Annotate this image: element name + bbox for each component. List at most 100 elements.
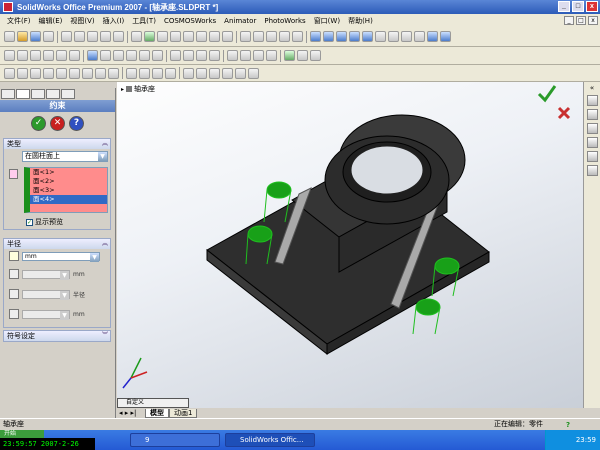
confirm-cancel-icon[interactable] — [557, 106, 571, 120]
list-item[interactable]: 面<3> — [30, 186, 107, 195]
circular-pattern-icon[interactable] — [152, 50, 163, 61]
wireframe-icon[interactable] — [388, 31, 399, 42]
hidden-lines-icon[interactable] — [401, 31, 412, 42]
helix-icon[interactable] — [196, 67, 207, 79]
doc-minimize-button[interactable]: _ — [564, 16, 574, 25]
deform-icon[interactable] — [235, 67, 246, 79]
menu-tools[interactable]: 工具(T) — [128, 16, 160, 26]
sheetmetal-icon[interactable] — [253, 50, 264, 61]
cut-icon[interactable] — [61, 31, 72, 42]
boss-icon[interactable] — [17, 67, 28, 79]
type-group-header[interactable]: 类型 ︽ — [4, 139, 110, 149]
dropdown-arrow-icon[interactable]: ▼ — [90, 252, 99, 262]
coordinate-system-icon[interactable] — [196, 50, 207, 61]
composite-curve-icon[interactable] — [222, 67, 233, 79]
doc-restore-button[interactable]: □ — [576, 16, 586, 25]
mold-icon[interactable] — [266, 50, 277, 61]
expand-left-arrow-icon[interactable]: « — [587, 84, 598, 92]
search-tab-icon[interactable] — [586, 137, 598, 148]
circle-icon[interactable] — [209, 31, 220, 42]
menu-photoworks[interactable]: PhotoWorks — [260, 17, 309, 25]
chamfer-icon[interactable] — [279, 31, 290, 42]
menu-insert[interactable]: 插入(I) — [99, 16, 129, 26]
zoom-icon[interactable] — [4, 67, 15, 79]
hole-icon[interactable] — [292, 31, 303, 42]
curve-icon[interactable] — [183, 67, 194, 79]
fillet-icon[interactable] — [266, 31, 277, 42]
symbol-group-header[interactable]: 符号设定 ︾ — [4, 331, 110, 341]
thicken-icon[interactable] — [152, 67, 163, 79]
line-icon[interactable] — [196, 31, 207, 42]
appearance-tab[interactable] — [61, 89, 75, 99]
paste-icon[interactable] — [87, 31, 98, 42]
cut-extrude-icon[interactable] — [30, 67, 41, 79]
menu-animator[interactable]: Animator — [220, 17, 260, 25]
appearances-tab-icon[interactable] — [586, 165, 598, 176]
menu-view[interactable]: 视图(V) — [66, 16, 98, 26]
close-button[interactable]: x — [586, 1, 598, 12]
doc-close-button[interactable]: x — [588, 16, 598, 25]
ellipse-icon[interactable] — [56, 50, 67, 61]
help-icon[interactable]: ? — [566, 420, 576, 429]
print-icon[interactable] — [43, 31, 54, 42]
ok-button[interactable]: ✓ — [31, 115, 46, 131]
feature-tree-tab[interactable] — [1, 89, 15, 99]
constraint-type-select[interactable]: 在圆柱面上 ▼ — [22, 151, 108, 162]
trim-icon[interactable] — [100, 50, 111, 61]
measure-icon[interactable] — [297, 50, 308, 61]
menu-window[interactable]: 窗口(W) — [310, 16, 344, 26]
offset-icon[interactable] — [126, 50, 137, 61]
zoom-in-out-icon[interactable] — [336, 31, 347, 42]
new-icon[interactable] — [4, 31, 15, 42]
checkbox-checked-icon[interactable]: ✓ — [26, 218, 33, 226]
param-input-3[interactable]: ▼ — [22, 309, 70, 320]
select-icon[interactable] — [131, 31, 142, 42]
rebuild-icon[interactable] — [144, 31, 155, 42]
resources-tab-icon[interactable] — [586, 95, 598, 106]
configuration-tab[interactable] — [31, 89, 45, 99]
extrude-icon[interactable] — [240, 31, 251, 42]
centerline-icon[interactable] — [17, 50, 28, 61]
rectangle-icon[interactable] — [30, 50, 41, 61]
display-tab[interactable] — [46, 89, 60, 99]
list-item[interactable]: 面<4> — [30, 195, 107, 204]
hole-face-4[interactable] — [415, 298, 441, 316]
zoom-fit-icon[interactable] — [310, 31, 321, 42]
mirror-icon[interactable] — [87, 50, 98, 61]
bearing-block-model[interactable] — [117, 82, 583, 408]
collapse-chevron-icon[interactable]: ︽ — [102, 139, 108, 149]
design-library-tab-icon[interactable] — [586, 109, 598, 120]
expand-chevron-icon[interactable]: ︾ — [102, 331, 108, 341]
rotate-view-icon[interactable] — [349, 31, 360, 42]
menu-help[interactable]: 帮助(H) — [344, 16, 377, 26]
reference-point-icon[interactable] — [209, 50, 220, 61]
tab-model[interactable]: 模型 — [145, 408, 169, 418]
axis-icon[interactable] — [183, 50, 194, 61]
custom-view-box[interactable]: 自定义 — [117, 398, 189, 408]
collapse-chevron-icon[interactable]: ︽ — [102, 239, 108, 249]
rib-icon[interactable] — [82, 67, 93, 79]
list-item[interactable]: 面<2> — [30, 177, 107, 186]
property-manager-tab[interactable] — [16, 89, 30, 99]
dropdown-arrow-icon[interactable]: ▼ — [98, 152, 107, 161]
sweep-icon[interactable] — [43, 67, 54, 79]
view-palette-tab-icon[interactable] — [586, 151, 598, 162]
list-item[interactable]: 面<1> — [30, 168, 107, 177]
maximize-button[interactable]: □ — [572, 1, 584, 12]
extend-icon[interactable] — [113, 50, 124, 61]
show-preview-checkbox[interactable]: ✓ 显示预览 — [26, 217, 63, 227]
pan-icon[interactable] — [362, 31, 373, 42]
plane-icon[interactable] — [170, 50, 181, 61]
view-orientation-icon[interactable] — [375, 31, 386, 42]
menu-file[interactable]: 文件(F) — [3, 16, 35, 26]
projected-curve-icon[interactable] — [209, 67, 220, 79]
dome-icon[interactable] — [108, 67, 119, 79]
weld-icon[interactable] — [227, 50, 238, 61]
undo-icon[interactable] — [100, 31, 111, 42]
redo-icon[interactable] — [113, 31, 124, 42]
section-view-icon[interactable] — [440, 31, 451, 42]
tab-scroll-arrows-icon[interactable]: ◂ ▸ ▸| — [117, 409, 145, 417]
graphics-viewport[interactable]: ▸ 轴承座 — [117, 82, 583, 408]
menu-edit[interactable]: 编辑(E) — [35, 16, 67, 26]
loft-icon[interactable] — [56, 67, 67, 79]
